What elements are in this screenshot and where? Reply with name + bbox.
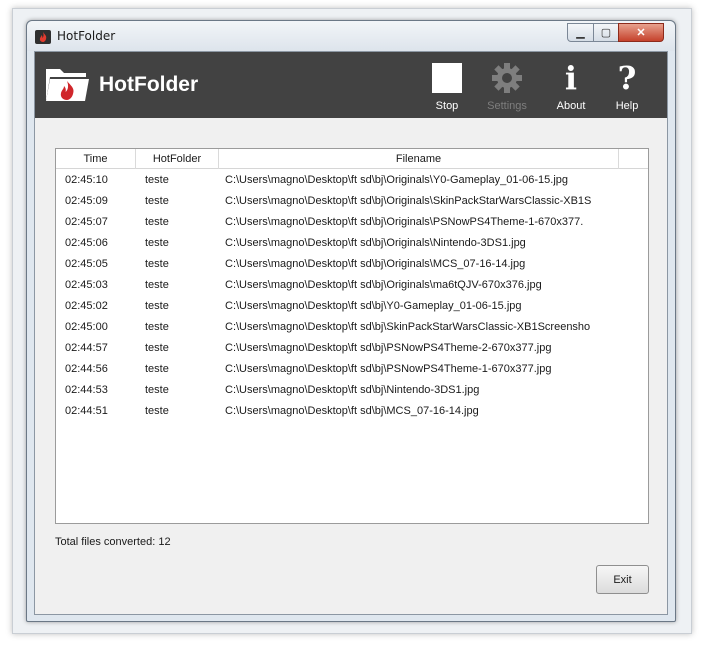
table-row[interactable]: 02:45:06 teste C:\Users\magno\Desktop\ft s…	[56, 233, 648, 254]
cell-filename: C:\Users\magno\Desktop\ft sd\bj\Nintendo…	[225, 384, 480, 396]
table-row[interactable]: 02:44:51 teste C:\Users\magno\Desktop\ft s…	[56, 401, 648, 422]
settings-label: Settings	[487, 100, 527, 112]
cell-time: 02:44:53	[65, 384, 108, 396]
cell-time: 02:45:02	[65, 300, 108, 312]
cell-filename: C:\Users\magno\Desktop\ft sd\bj\Original…	[225, 216, 584, 228]
question-icon: ?	[617, 59, 637, 97]
table-row[interactable]: 02:45:03 teste C:\Users\magno\Desktop\ft s…	[56, 275, 648, 296]
table-row[interactable]: 02:45:10 teste C:\Users\magno\Desktop\ft s…	[56, 170, 648, 191]
settings-button[interactable]: Settings	[482, 60, 532, 116]
table-row[interactable]: 02:45:09 teste C:\Users\magno\Desktop\ft s…	[56, 191, 648, 212]
table-row[interactable]: 02:45:07 teste C:\Users\magno\Desktop\ft s…	[56, 212, 648, 233]
stop-label: Stop	[435, 100, 459, 112]
cell-hotfolder: teste	[145, 237, 169, 249]
minimize-button[interactable]: ▁	[567, 23, 594, 42]
cell-time: 02:44:56	[65, 363, 108, 375]
table-row[interactable]: 02:45:00 teste C:\Users\magno\Desktop\ft s…	[56, 317, 648, 338]
table-row[interactable]: 02:44:56 teste C:\Users\magno\Desktop\ft s…	[56, 359, 648, 380]
table-row[interactable]: 02:45:02 teste C:\Users\magno\Desktop\ft s…	[56, 296, 648, 317]
cell-time: 02:45:03	[65, 279, 108, 291]
table-row[interactable]: 02:44:57 teste C:\Users\magno\Desktop\ft s…	[56, 338, 648, 359]
close-button[interactable]: ✕	[618, 23, 664, 42]
cell-time: 02:45:10	[65, 174, 108, 186]
cell-hotfolder: teste	[145, 258, 169, 270]
cell-hotfolder: teste	[145, 174, 169, 186]
cell-filename: C:\Users\magno\Desktop\ft sd\bj\PSNowPS4…	[225, 342, 552, 354]
cell-hotfolder: teste	[145, 405, 169, 417]
cell-filename: C:\Users\magno\Desktop\ft sd\bj\Original…	[225, 237, 526, 249]
cell-filename: C:\Users\magno\Desktop\ft sd\bj\PSNowPS4…	[225, 363, 552, 375]
maximize-button[interactable]: ▢	[593, 23, 619, 42]
stop-square-icon	[432, 63, 462, 93]
cell-time: 02:45:07	[65, 216, 108, 228]
exit-button[interactable]: Exit	[596, 565, 649, 594]
app-window: HotFolder ▁ ▢ ✕ HotFolder Stop Settings …	[26, 20, 676, 622]
cell-filename: C:\Users\magno\Desktop\ft sd\bj\Original…	[225, 174, 568, 186]
help-button[interactable]: ? Help	[602, 60, 652, 116]
about-label: About	[556, 100, 586, 112]
app-small-icon	[35, 30, 51, 44]
cell-filename: C:\Users\magno\Desktop\ft sd\bj\Original…	[225, 195, 592, 207]
cell-hotfolder: teste	[145, 384, 169, 396]
cell-time: 02:44:57	[65, 342, 108, 354]
conversion-log-grid[interactable]: Time HotFolder Filename 02:45:10 teste C:\…	[55, 148, 649, 524]
table-row[interactable]: 02:45:05 teste C:\Users\magno\Desktop\ft s…	[56, 254, 648, 275]
window-title: HotFolder	[57, 29, 116, 43]
column-header-hotfolder[interactable]: HotFolder	[136, 149, 219, 169]
cell-hotfolder: teste	[145, 321, 169, 333]
cell-hotfolder: teste	[145, 195, 169, 207]
cell-hotfolder: teste	[145, 342, 169, 354]
column-header-filename[interactable]: Filename	[219, 149, 619, 169]
title-bar[interactable]: HotFolder ▁ ▢ ✕	[27, 21, 675, 51]
cell-hotfolder: teste	[145, 300, 169, 312]
grid-header: Time HotFolder Filename	[56, 149, 648, 169]
client-area: HotFolder Stop Settings i About ? Help T…	[34, 51, 668, 615]
about-button[interactable]: i About	[546, 60, 596, 116]
gear-icon	[482, 60, 532, 96]
cell-hotfolder: teste	[145, 279, 169, 291]
total-files-converted: Total files converted: 12	[55, 536, 171, 548]
cell-time: 02:45:05	[65, 258, 108, 270]
cell-hotfolder: teste	[145, 216, 169, 228]
cell-filename: C:\Users\magno\Desktop\ft sd\bj\Original…	[225, 279, 542, 291]
table-row[interactable]: 02:44:53 teste C:\Users\magno\Desktop\ft s…	[56, 380, 648, 401]
cell-filename: C:\Users\magno\Desktop\ft sd\bj\Y0-Gamep…	[225, 300, 522, 312]
cell-time: 02:45:09	[65, 195, 108, 207]
cell-filename: C:\Users\magno\Desktop\ft sd\bj\MCS_07-1…	[225, 405, 479, 417]
cell-filename: C:\Users\magno\Desktop\ft sd\bj\Original…	[225, 258, 526, 270]
cell-time: 02:44:51	[65, 405, 108, 417]
app-header: HotFolder Stop Settings i About ? Help	[35, 52, 667, 118]
cell-hotfolder: teste	[145, 363, 169, 375]
info-icon: i	[564, 59, 578, 97]
cell-time: 02:45:06	[65, 237, 108, 249]
folder-flame-icon	[44, 63, 90, 105]
cell-time: 02:45:00	[65, 321, 108, 333]
cell-filename: C:\Users\magno\Desktop\ft sd\bj\SkinPack…	[225, 321, 591, 333]
column-header-time[interactable]: Time	[56, 149, 136, 169]
app-title: HotFolder	[99, 73, 199, 96]
help-label: Help	[615, 100, 639, 112]
grid-rows: 02:45:10 teste C:\Users\magno\Desktop\ft s…	[56, 170, 648, 422]
stop-button[interactable]: Stop	[422, 60, 472, 116]
